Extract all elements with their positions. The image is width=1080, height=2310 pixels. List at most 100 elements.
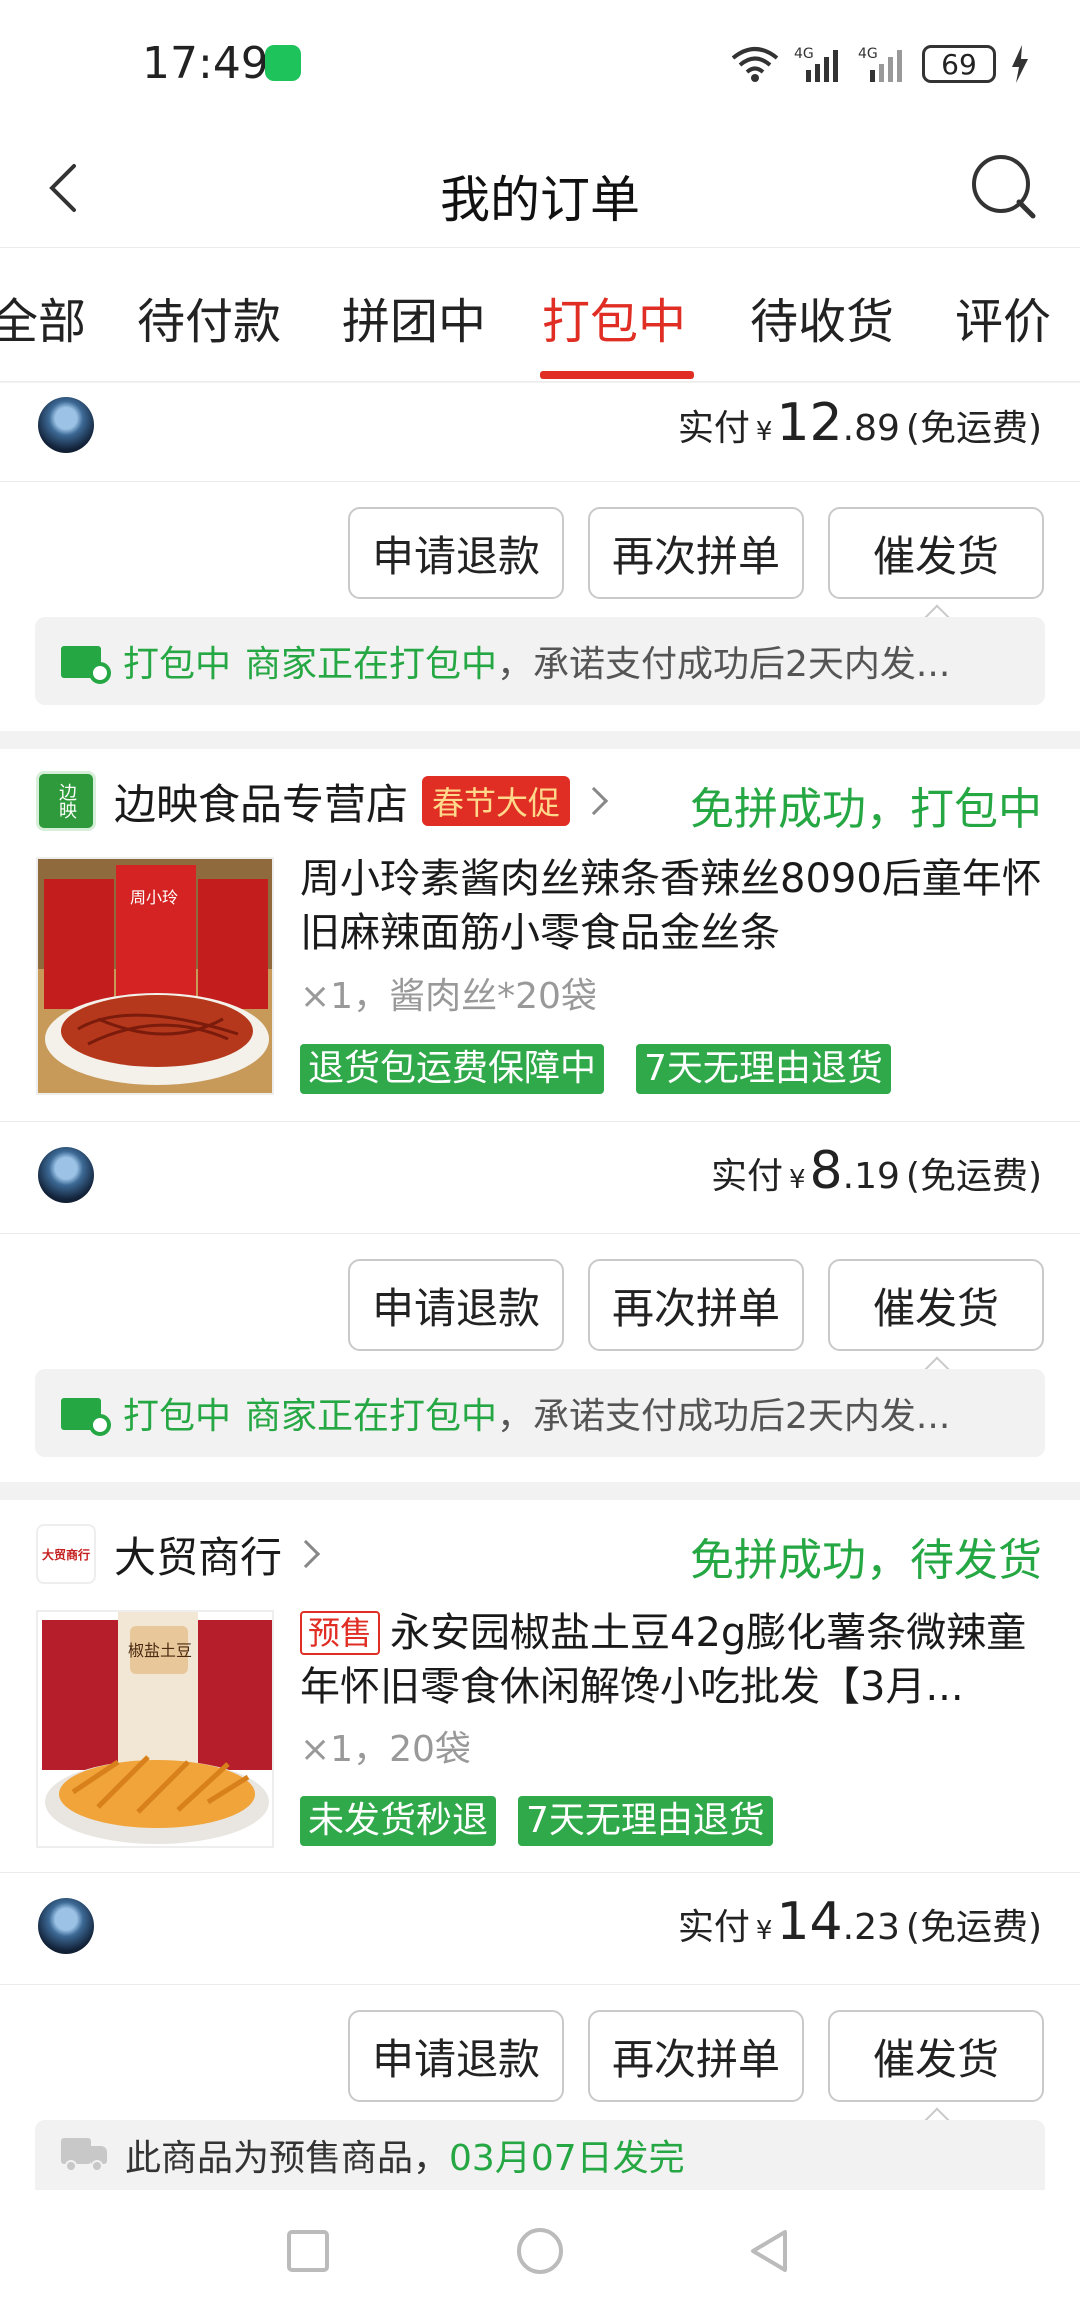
urge-shipping-button[interactable]: 催发货 (828, 2010, 1044, 2102)
pay-label: 实付 (710, 1156, 783, 1197)
notice-detail: ，承诺支付成功后2天内发... (497, 1396, 951, 1437)
price-integer: 14 (776, 1892, 843, 1952)
package-icon (61, 1394, 111, 1436)
circle-nav-icon[interactable] (515, 2226, 565, 2276)
urge-shipping-button[interactable]: 催发货 (828, 507, 1044, 599)
urge-shipping-button[interactable]: 催发货 (828, 1259, 1044, 1351)
system-nav-bar (0, 2190, 1080, 2310)
divider (0, 1121, 1080, 1122)
status-right: 4G 4G 69 (730, 40, 1030, 88)
divider (0, 1872, 1080, 1873)
product-thumbnail[interactable]: 周小玲 (36, 857, 274, 1095)
nav-header: 我的订单 (0, 130, 1080, 248)
regroup-button[interactable]: 再次拼单 (588, 507, 804, 599)
presale-badge: 预售 (300, 1611, 381, 1655)
tab-review[interactable]: 评价 (955, 282, 1051, 352)
chevron-right-icon (291, 1539, 321, 1569)
product-image: 椒盐土豆 (38, 1612, 272, 1846)
search-icon (972, 155, 1036, 219)
notice-detail: ，承诺支付成功后2天内发... (497, 644, 951, 685)
card-gap (0, 731, 1080, 749)
active-tab-indicator (540, 371, 694, 379)
product-image: 周小玲 (38, 859, 272, 1093)
search-button[interactable] (965, 148, 1045, 228)
currency-symbol: ¥ (755, 417, 773, 447)
product-title-text: 永安园椒盐土豆42g膨化薯条微辣童年怀旧零食休闲解馋小吃批发【3月... (300, 1610, 1027, 1710)
pay-label: 实付 (677, 408, 750, 449)
notice-state: 打包中 (123, 644, 232, 685)
notice-date: 03月07日发完 (449, 2138, 685, 2179)
product-thumbnail[interactable]: 椒盐土豆 (36, 1610, 274, 1848)
notice-merchant: 商家正在打包中 (245, 644, 498, 685)
currency-symbol: ¥ (755, 1916, 773, 1946)
avatar (38, 1898, 94, 1954)
shop-link[interactable]: 大贸商行 (114, 1524, 321, 1584)
chevron-right-icon (579, 786, 609, 816)
payment-summary: 实付 ¥8.19 (免运费) (711, 1141, 1042, 1201)
shipping-note: (免运费) (905, 408, 1042, 449)
product-title[interactable]: 预售 永安园椒盐土豆42g膨化薯条微辣童年怀旧零食休闲解馋小吃批发【3月... (300, 1606, 1050, 1714)
tab-pending-payment[interactable]: 待付款 (137, 282, 281, 352)
service-tag: 未发货秒退 (300, 1796, 497, 1846)
refund-button[interactable]: 申请退款 (348, 1259, 564, 1351)
payment-summary: 实付 ¥14.23 (免运费) (678, 1892, 1042, 1952)
tab-group-buying[interactable]: 拼团中 (342, 282, 486, 352)
svg-text:4G: 4G (794, 46, 814, 62)
order-tabs: 全部 待付款 拼团中 打包中 待收货 评价 (0, 248, 1080, 382)
promo-badge: 春节大促 (422, 776, 571, 826)
status-bar: 17:49 4G 4G 69 (0, 0, 1080, 130)
shop-link[interactable]: 边映食品专营店 春节大促 (114, 771, 609, 831)
notice-state: 打包中 (123, 1396, 232, 1437)
square-nav-icon[interactable] (283, 2226, 333, 2276)
presale-notice[interactable]: 此商品为预售商品， 03月07日发完 (35, 2120, 1045, 2190)
triangle-nav-icon[interactable] (745, 2226, 795, 2276)
status-time: 17:49 (142, 38, 269, 89)
signal-4g-icon: 4G (794, 46, 838, 82)
payment-summary: 实付 ¥12.89 (免运费) (678, 393, 1042, 453)
page-title: 我的订单 (440, 171, 640, 229)
price-integer: 12 (776, 393, 843, 453)
shipping-note: (免运费) (905, 1907, 1042, 1948)
wifi-icon (731, 47, 779, 82)
shop-logo: 边映 (36, 771, 96, 831)
package-icon (61, 642, 111, 684)
svg-text:4G: 4G (858, 46, 878, 62)
charging-icon (1012, 45, 1028, 83)
refund-button[interactable]: 申请退款 (348, 2010, 564, 2102)
price-decimal: .19 (842, 1156, 900, 1197)
tab-awaiting-receipt[interactable]: 待收货 (750, 282, 894, 352)
shop-name: 边映食品专营店 (114, 779, 409, 829)
avatar (38, 397, 94, 453)
wechat-icon (265, 45, 301, 81)
order-card: 实付 ¥12.89 (免运费) 申请退款 再次拼单 催发货 打包中 商家正在打包中 ，承… (0, 383, 1080, 731)
order-card: 大贸商行 大贸商行 免拼成功，待发货 椒盐土豆 预售 永安园椒盐土豆42g膨化薯条… (0, 1500, 1080, 2190)
order-list-screen: 17:49 4G 4G 69 我的订单 全部 待付款 拼团中 打包中 待收货 评… (0, 0, 1080, 2310)
divider (0, 481, 1080, 482)
card-gap (0, 1482, 1080, 1500)
battery-level: 69 (941, 47, 977, 81)
product-title[interactable]: 周小玲素酱肉丝辣条香辣丝8090后童年怀旧麻辣面筋小零食品金丝条 (300, 852, 1050, 960)
regroup-button[interactable]: 再次拼单 (588, 2010, 804, 2102)
service-tag: 退货包运费保障中 (300, 1044, 605, 1094)
battery-indicator: 69 (922, 45, 996, 83)
order-status: 免拼成功，打包中 (690, 784, 1042, 835)
shop-name: 大贸商行 (114, 1532, 283, 1582)
signal-4g-icon: 4G (858, 46, 902, 82)
product-image-text: 椒盐土豆 (128, 1641, 192, 1660)
divider (0, 1984, 1080, 1985)
tab-all[interactable]: 全部 (0, 282, 86, 352)
truck-icon (61, 2138, 109, 2172)
pay-label: 实付 (677, 1907, 750, 1948)
tab-packing[interactable]: 打包中 (542, 282, 686, 352)
notice-prefix: 此商品为预售商品， (125, 2138, 450, 2179)
refund-button[interactable]: 申请退款 (348, 507, 564, 599)
notice-merchant: 商家正在打包中 (245, 1396, 498, 1437)
product-image-text: 周小玲 (130, 888, 178, 907)
shipping-notice[interactable]: 打包中 商家正在打包中 ，承诺支付成功后2天内发... (35, 617, 1045, 705)
product-spec: ×1，酱肉丝*20袋 (300, 976, 597, 1017)
regroup-button[interactable]: 再次拼单 (588, 1259, 804, 1351)
order-card: 边映 边映食品专营店 春节大促 免拼成功，打包中 周小玲 周小玲素酱肉丝辣条香辣… (0, 749, 1080, 1482)
shop-logo: 大贸商行 (36, 1524, 96, 1584)
product-spec: ×1，20袋 (300, 1729, 471, 1770)
shipping-notice[interactable]: 打包中 商家正在打包中 ，承诺支付成功后2天内发... (35, 1369, 1045, 1457)
